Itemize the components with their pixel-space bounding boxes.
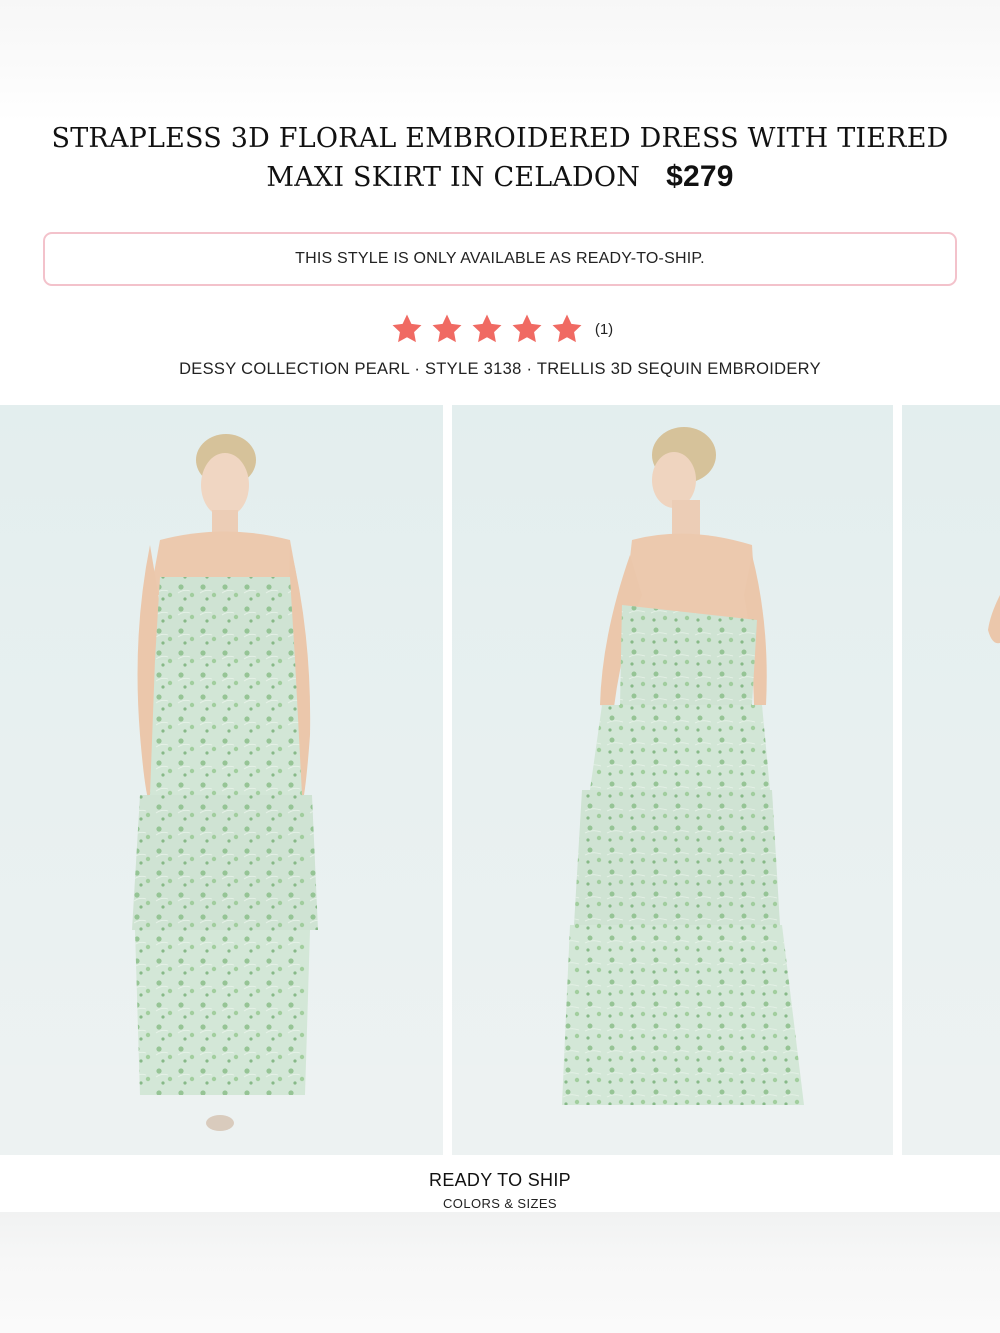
star-icon: [432, 314, 462, 342]
product-title: STRAPLESS 3D FLORAL EMBROIDERED DRESS WI…: [15, 120, 985, 197]
availability-notice: THIS STYLE IS ONLY AVAILABLE AS READY-TO…: [43, 232, 957, 286]
bottom-area: [0, 1212, 1000, 1333]
product-image-side[interactable]: [902, 405, 1000, 1155]
availability-notice-text: THIS STYLE IS ONLY AVAILABLE AS READY-TO…: [295, 250, 705, 267]
product-header: STRAPLESS 3D FLORAL EMBROIDERED DRESS WI…: [0, 120, 1000, 197]
colors-sizes-label[interactable]: COLORS & SIZES: [0, 1196, 1000, 1211]
product-meta: DESSY COLLECTION PEARL · STYLE 3138 · TR…: [179, 360, 821, 378]
star-icon: [512, 314, 542, 342]
review-count[interactable]: (1): [595, 321, 613, 338]
product-gallery[interactable]: [0, 405, 1000, 1155]
rating-summary[interactable]: (1): [0, 312, 1000, 350]
top-banner-area: [0, 0, 1000, 122]
ready-to-ship-label[interactable]: READY TO SHIP: [0, 1170, 1000, 1191]
product-price: $279: [666, 160, 734, 193]
product-image-front[interactable]: [0, 405, 443, 1155]
star-icon: [472, 314, 502, 342]
ready-to-ship-block[interactable]: READY TO SHIP COLORS & SIZES: [0, 1170, 1000, 1211]
star-icon: [392, 314, 422, 342]
star-rating: [387, 312, 587, 351]
product-title-text: STRAPLESS 3D FLORAL EMBROIDERED DRESS WI…: [51, 123, 949, 193]
product-image-back[interactable]: [452, 405, 893, 1155]
star-icon: [552, 314, 582, 342]
